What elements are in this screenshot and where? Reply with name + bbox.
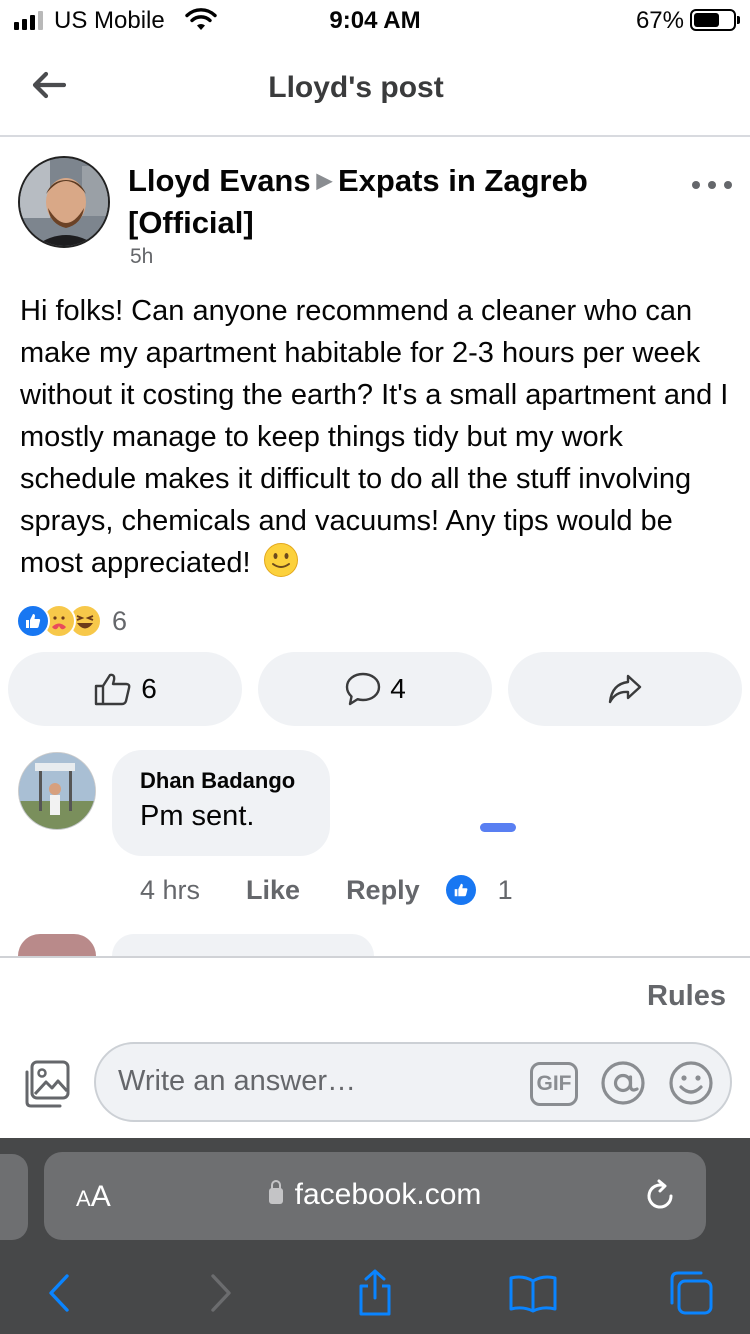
tabs-icon [670, 1271, 713, 1315]
post-timestamp[interactable]: 5h [130, 245, 153, 269]
battery-icon [690, 9, 740, 31]
reaction-count: 6 [112, 605, 128, 636]
lock-icon [268, 1180, 283, 1204]
address-bar[interactable]: AA facebook.com [44, 1152, 706, 1240]
more-dot-icon [708, 181, 716, 189]
next-comment-bubble[interactable] [112, 934, 374, 956]
browser-nav [0, 1256, 750, 1326]
comment-text: Pm sent. [140, 800, 255, 832]
status-bar: US Mobile 9:04 AM 67% [0, 0, 750, 40]
browser-toolbar: AA facebook.com [0, 1138, 750, 1334]
comment-button[interactable]: 4 [258, 652, 492, 726]
comment-author[interactable]: Dhan Badango [140, 768, 302, 794]
next-commenter-avatar[interactable] [18, 934, 96, 956]
like-count: 6 [141, 673, 157, 704]
bookmarks-button[interactable] [506, 1266, 560, 1320]
caret-right-icon: ▶ [316, 170, 332, 192]
comment-reply-button[interactable]: Reply [346, 875, 420, 906]
comment-bubble[interactable]: Dhan Badango Pm sent. [112, 750, 330, 856]
rules-link[interactable]: Rules [647, 980, 726, 1013]
post-action-bar: 6 4 [8, 652, 742, 726]
reload-icon[interactable] [640, 1176, 680, 1216]
battery-level-fill [694, 13, 720, 27]
share-button[interactable] [508, 652, 742, 726]
url-display: facebook.com [44, 1178, 706, 1212]
battery-percent: 67% [635, 7, 684, 34]
like-reaction-icon [16, 604, 50, 638]
url-text: facebook.com [294, 1178, 482, 1211]
post-text: Hi folks! Can anyone recommend a cleaner… [20, 290, 736, 584]
author-name[interactable]: Lloyd Evans [128, 163, 311, 198]
photo-icon[interactable] [22, 1058, 74, 1110]
book-icon [509, 1275, 557, 1313]
like-button[interactable]: 6 [8, 652, 242, 726]
answer-placeholder: Write an answer… [118, 1065, 356, 1097]
chevron-left-icon [49, 1274, 69, 1312]
comment-meta: 4 hrs Like Reply 1 [140, 872, 513, 908]
pen-mark [480, 823, 516, 832]
share-page-button[interactable] [348, 1266, 402, 1320]
reactions-summary[interactable]: 6 [16, 603, 127, 639]
comment-count: 4 [390, 673, 406, 704]
comment-like-button[interactable]: Like [246, 875, 300, 906]
more-dot-icon [692, 181, 700, 189]
commenter-photo [19, 753, 95, 829]
tabs-button[interactable] [664, 1266, 718, 1320]
mention-icon[interactable] [598, 1058, 648, 1108]
page-header: Lloyd's post [0, 40, 750, 137]
more-options-button[interactable] [692, 170, 732, 200]
share-sheet-icon [359, 1269, 391, 1316]
previous-tab-peek[interactable] [0, 1154, 28, 1240]
forward-nav-button[interactable] [194, 1266, 248, 1320]
gif-button[interactable]: GIF [530, 1062, 578, 1106]
emoji-icon[interactable] [666, 1058, 716, 1108]
page-title: Lloyd's post [268, 71, 444, 104]
share-arrow-icon [608, 674, 642, 704]
back-nav-button[interactable] [32, 1266, 86, 1320]
comment-bubble-icon [346, 672, 381, 706]
more-dot-icon [724, 181, 732, 189]
author-photo [20, 158, 108, 246]
comment-timestamp[interactable]: 4 hrs [140, 875, 200, 906]
chevron-right-icon [211, 1274, 231, 1312]
slightly-smiling-emoji-icon [263, 543, 298, 577]
commenter-avatar[interactable] [18, 752, 96, 830]
post-author-line: Lloyd Evans ▶ Expats in Zagreb [Official] [128, 160, 608, 244]
author-avatar[interactable] [18, 156, 110, 248]
answer-input[interactable]: Write an answer… GIF [94, 1042, 732, 1122]
answer-composer: Rules Write an answer… GIF [0, 956, 750, 1138]
comment-reaction-count: 1 [497, 874, 513, 905]
thumbs-up-icon [95, 673, 131, 706]
post-body-text: Hi folks! Can anyone recommend a cleaner… [20, 295, 729, 579]
like-reaction-icon[interactable] [445, 875, 476, 905]
